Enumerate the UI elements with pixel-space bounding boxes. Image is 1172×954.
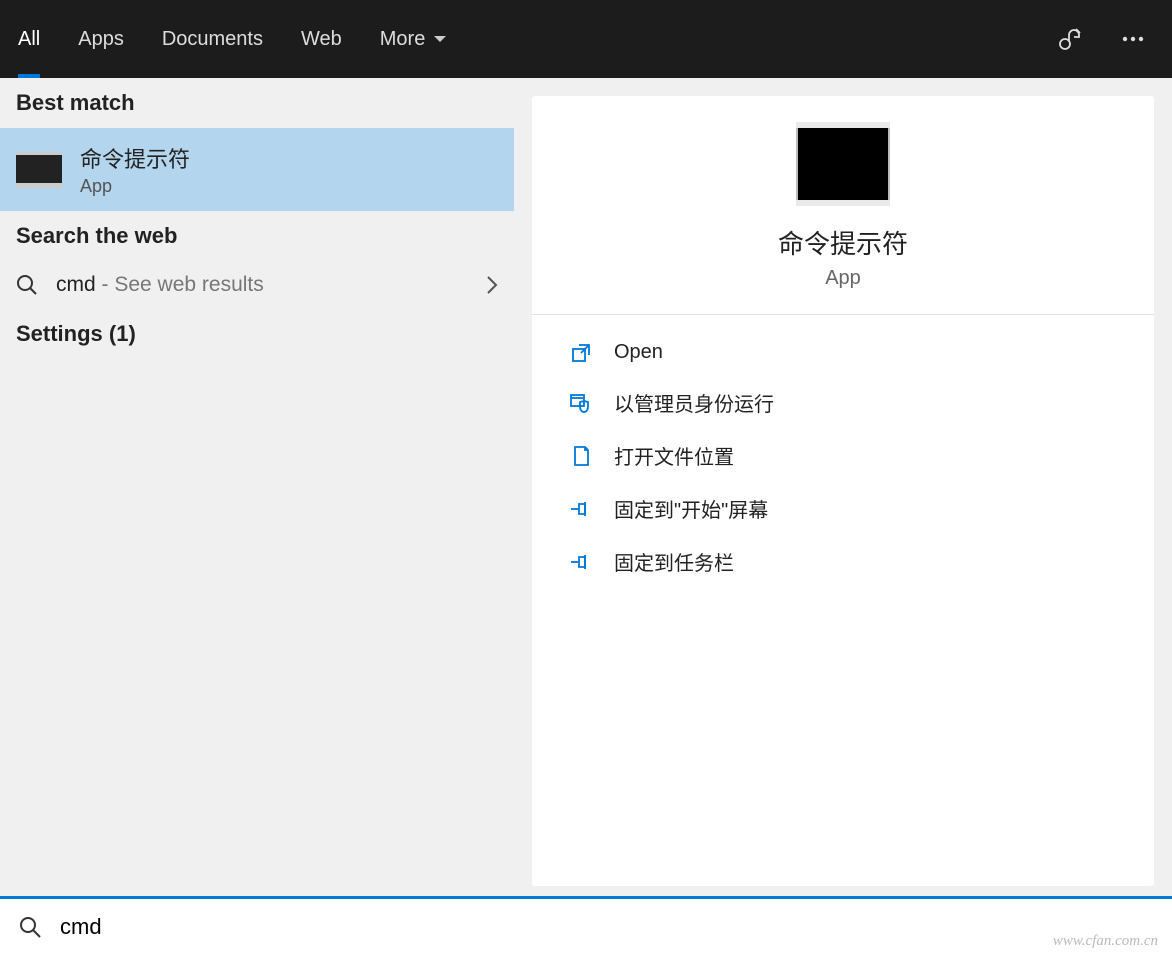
search-content: Best match 命令提示符 App Search the web cmd … [0, 78, 1172, 896]
command-prompt-large-icon [796, 126, 890, 202]
web-query-text: cmd - See web results [56, 273, 264, 297]
results-panel: Best match 命令提示符 App Search the web cmd … [0, 78, 514, 896]
action-open-file-location-label: 打开文件位置 [614, 441, 734, 470]
result-subtitle: App [80, 176, 190, 197]
filter-tabs: All Apps Documents Web More [18, 0, 447, 78]
pin-taskbar-icon [570, 551, 592, 573]
tab-all[interactable]: All [18, 0, 40, 78]
open-icon [570, 342, 592, 364]
topbar-actions [1056, 26, 1144, 52]
details-panel: 命令提示符 App Open 以管理员身份运行 [532, 96, 1154, 886]
feedback-icon[interactable] [1056, 26, 1082, 52]
admin-shield-icon [570, 392, 592, 414]
result-text: 命令提示符 App [80, 142, 190, 197]
best-match-header: Best match [0, 78, 514, 128]
action-pin-to-start[interactable]: 固定到"开始"屏幕 [532, 482, 1154, 535]
command-prompt-icon [16, 152, 62, 188]
action-open-file-location[interactable]: 打开文件位置 [532, 429, 1154, 482]
tab-more[interactable]: More [380, 0, 448, 78]
action-list: Open 以管理员身份运行 打开文件位置 [532, 315, 1154, 602]
tab-apps[interactable]: Apps [78, 0, 124, 78]
search-input[interactable] [60, 914, 1154, 940]
tab-documents[interactable]: Documents [162, 0, 263, 78]
web-query: cmd [56, 273, 96, 296]
search-bar: www.cfan.com.cn [0, 896, 1172, 954]
tab-web[interactable]: Web [301, 0, 342, 78]
search-icon [16, 274, 38, 296]
more-options-icon[interactable] [1122, 36, 1144, 42]
app-preview: 命令提示符 App [532, 96, 1154, 315]
action-run-as-admin-label: 以管理员身份运行 [614, 388, 774, 417]
action-run-as-admin[interactable]: 以管理员身份运行 [532, 376, 1154, 429]
settings-header: Settings (1) [0, 309, 514, 359]
action-pin-to-taskbar[interactable]: 固定到任务栏 [532, 535, 1154, 588]
pin-start-icon [570, 498, 592, 520]
search-filter-bar: All Apps Documents Web More [0, 0, 1172, 78]
tab-more-label: More [380, 28, 426, 51]
watermark-text: www.cfan.com.cn [1053, 933, 1158, 950]
preview-title: 命令提示符 [778, 224, 908, 261]
chevron-right-icon [486, 275, 498, 295]
best-match-result[interactable]: 命令提示符 App [0, 128, 514, 211]
action-open[interactable]: Open [532, 329, 1154, 376]
search-web-header: Search the web [0, 211, 514, 261]
web-search-result[interactable]: cmd - See web results [0, 261, 514, 309]
chevron-down-icon [433, 34, 447, 44]
search-icon [18, 915, 42, 939]
folder-location-icon [570, 445, 592, 467]
web-suffix: - See web results [96, 273, 264, 296]
action-open-label: Open [614, 341, 663, 364]
result-title: 命令提示符 [80, 142, 190, 174]
preview-subtitle: App [825, 267, 861, 290]
action-pin-to-taskbar-label: 固定到任务栏 [614, 547, 734, 576]
action-pin-to-start-label: 固定到"开始"屏幕 [614, 494, 768, 523]
